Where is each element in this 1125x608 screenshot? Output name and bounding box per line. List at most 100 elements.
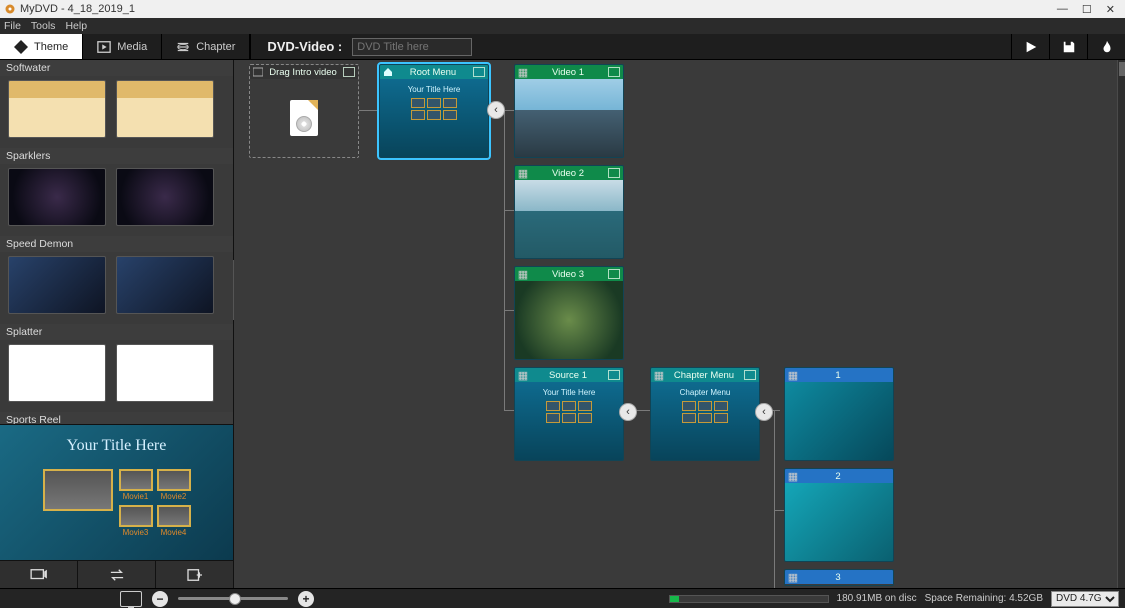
preview-title: Your Title Here bbox=[0, 437, 233, 455]
film-icon bbox=[253, 67, 263, 77]
zoom-slider-knob[interactable] bbox=[229, 593, 241, 605]
menu-icon[interactable] bbox=[608, 370, 620, 380]
theme-thumbnail[interactable] bbox=[116, 80, 214, 138]
window-close-button[interactable]: ✕ bbox=[1106, 3, 1115, 16]
menu-icon[interactable] bbox=[608, 67, 620, 77]
node-label: 2 bbox=[798, 471, 878, 482]
node-label: Video 2 bbox=[528, 168, 608, 179]
tab-chapter-label: Chapter bbox=[196, 41, 235, 53]
app-icon bbox=[4, 3, 16, 15]
menu-icon[interactable] bbox=[473, 67, 485, 77]
toolbar: Theme Media Chapter DVD-Video : bbox=[0, 34, 1125, 60]
node-label: Source 1 bbox=[528, 370, 608, 381]
canvas-scrollbar[interactable] bbox=[1117, 60, 1125, 588]
node-label: Video 3 bbox=[528, 269, 608, 280]
film-icon: ▦ bbox=[518, 168, 528, 178]
menu-icon[interactable] bbox=[343, 67, 355, 77]
theme-category: Splatter bbox=[0, 324, 233, 340]
theme-thumbnail[interactable] bbox=[116, 344, 214, 402]
collapse-button[interactable]: ‹ bbox=[619, 403, 637, 421]
preview-movie-label: Movie1 bbox=[123, 492, 149, 501]
save-button[interactable] bbox=[1049, 34, 1087, 59]
disc-usage-bar bbox=[669, 595, 829, 603]
film-icon: ▦ bbox=[518, 67, 528, 77]
menu-icon[interactable] bbox=[608, 269, 620, 279]
collapse-button[interactable]: ‹ bbox=[487, 101, 505, 119]
disc-type-select[interactable]: DVD 4.7G bbox=[1051, 591, 1119, 607]
menu-icon[interactable] bbox=[744, 370, 756, 380]
preview-movie-label: Movie4 bbox=[161, 528, 187, 537]
film-icon: ▦ bbox=[788, 370, 798, 380]
sidebar-add-button[interactable] bbox=[156, 561, 233, 588]
dvd-title-input[interactable] bbox=[352, 38, 472, 56]
window-minimize-button[interactable]: — bbox=[1057, 3, 1068, 16]
theme-category: Sparklers bbox=[0, 148, 233, 164]
menu-tools[interactable]: Tools bbox=[31, 20, 56, 32]
zoom-slider[interactable] bbox=[178, 597, 288, 600]
canvas[interactable]: Drag Intro video Root Menu Your Title He… bbox=[234, 60, 1125, 588]
media-icon bbox=[97, 40, 111, 54]
sidebar-view-button[interactable] bbox=[0, 561, 78, 588]
menu-title: Chapter Menu bbox=[680, 388, 731, 397]
tab-chapter[interactable]: Chapter bbox=[162, 34, 250, 59]
film-icon: ▦ bbox=[518, 370, 528, 380]
tab-theme[interactable]: Theme bbox=[0, 34, 83, 59]
film-icon: ▦ bbox=[654, 370, 664, 380]
node-chapter-1[interactable]: ▦1 bbox=[784, 367, 894, 461]
sidebar-themes: Softwater Sparklers Speed Demon Splatter… bbox=[0, 60, 234, 588]
menu-help[interactable]: Help bbox=[65, 20, 87, 32]
theme-category: Speed Demon bbox=[0, 236, 233, 252]
theme-category: Sports Reel bbox=[0, 412, 233, 424]
tab-theme-label: Theme bbox=[34, 41, 68, 53]
collapse-button[interactable]: ‹ bbox=[755, 403, 773, 421]
preview-main-thumb bbox=[43, 469, 113, 511]
node-source-1[interactable]: ▦Source 1 Your Title Here bbox=[514, 367, 624, 461]
fit-screen-button[interactable] bbox=[120, 591, 142, 607]
theme-thumbnail[interactable] bbox=[116, 256, 214, 314]
node-label: Chapter Menu bbox=[664, 370, 744, 381]
theme-thumbnail[interactable] bbox=[8, 168, 106, 226]
tab-media[interactable]: Media bbox=[83, 34, 162, 59]
node-label: Video 1 bbox=[528, 67, 608, 78]
film-icon: ▦ bbox=[788, 471, 798, 481]
window-maximize-button[interactable]: ☐ bbox=[1082, 3, 1092, 16]
node-chapter-3[interactable]: ▦3 bbox=[784, 569, 894, 586]
tab-media-label: Media bbox=[117, 41, 147, 53]
theme-thumbnail[interactable] bbox=[116, 168, 214, 226]
node-label: 1 bbox=[798, 370, 878, 381]
node-chapter-2[interactable]: ▦2 bbox=[784, 468, 894, 562]
status-bar: − + 180.91MB on disc Space Remaining: 4.… bbox=[0, 588, 1125, 608]
theme-thumbnail[interactable] bbox=[8, 344, 106, 402]
node-label: Drag Intro video bbox=[263, 67, 343, 78]
window-titlebar: MyDVD - 4_18_2019_1 — ☐ ✕ bbox=[0, 0, 1125, 18]
dvd-video-label: DVD-Video : bbox=[251, 34, 352, 59]
menu-file[interactable]: File bbox=[4, 20, 21, 32]
theme-thumbnail[interactable] bbox=[8, 256, 106, 314]
home-icon bbox=[383, 67, 393, 77]
disc-used-label: 180.91MB on disc bbox=[837, 593, 917, 604]
node-label: Root Menu bbox=[393, 67, 473, 78]
preview-movie-label: Movie3 bbox=[123, 528, 149, 537]
node-video-3[interactable]: ▦Video 3 bbox=[514, 266, 624, 360]
film-icon: ▦ bbox=[518, 269, 528, 279]
node-video-1[interactable]: ▦Video 1 bbox=[514, 64, 624, 158]
preview-movie-label: Movie2 bbox=[161, 492, 187, 501]
burn-button[interactable] bbox=[1087, 34, 1125, 59]
theme-thumbnail[interactable] bbox=[8, 80, 106, 138]
film-icon: ▦ bbox=[788, 572, 798, 582]
node-video-2[interactable]: ▦Video 2 bbox=[514, 165, 624, 259]
play-button[interactable] bbox=[1011, 34, 1049, 59]
theme-icon bbox=[14, 40, 28, 54]
node-root-menu[interactable]: Root Menu Your Title Here bbox=[379, 64, 489, 158]
menu-title: Your Title Here bbox=[408, 85, 461, 94]
disc-remaining-label: Space Remaining: 4.52GB bbox=[925, 593, 1043, 604]
node-chapter-menu[interactable]: ▦Chapter Menu Chapter Menu bbox=[650, 367, 760, 461]
theme-preview: Your Title Here Movie1 Movie2 Movie3 Mov… bbox=[0, 424, 233, 560]
zoom-out-button[interactable]: − bbox=[152, 591, 168, 607]
sidebar-swap-button[interactable] bbox=[78, 561, 156, 588]
theme-category: Softwater bbox=[0, 60, 233, 76]
window-title: MyDVD - 4_18_2019_1 bbox=[20, 3, 135, 15]
zoom-in-button[interactable]: + bbox=[298, 591, 314, 607]
menu-icon[interactable] bbox=[608, 168, 620, 178]
node-intro[interactable]: Drag Intro video bbox=[249, 64, 359, 158]
